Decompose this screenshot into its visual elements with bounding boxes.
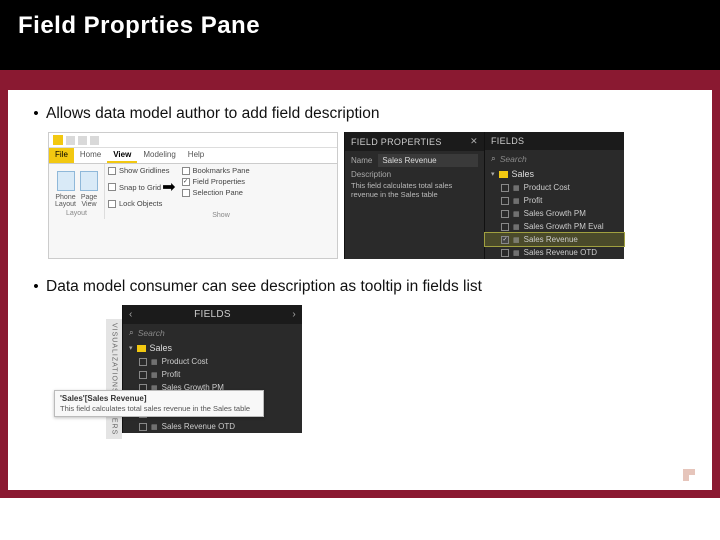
ribbon-group-layout: Phone Layout Page View Layout bbox=[49, 164, 105, 219]
fields-table-row[interactable]: ▾ Sales bbox=[485, 167, 624, 181]
name-input[interactable]: Sales Revenue bbox=[378, 154, 478, 167]
measure-icon: ▦ bbox=[513, 249, 520, 257]
description-row: Description This field calculates total … bbox=[345, 170, 484, 204]
description-label: Description bbox=[351, 170, 478, 179]
show-group-label: Show bbox=[105, 212, 337, 219]
app-icon bbox=[53, 135, 63, 145]
expand-icon: ▾ bbox=[129, 344, 133, 352]
collapsed-sidebars: VISUALIZATIONS FILTERS bbox=[106, 319, 122, 439]
field-item[interactable]: ▦Profit bbox=[123, 368, 302, 381]
tab-home[interactable]: Home bbox=[74, 148, 107, 163]
field-item[interactable]: ▦Sales Revenue OTD bbox=[485, 246, 624, 259]
field-properties-check[interactable]: Field Properties bbox=[182, 177, 250, 186]
dark-panels: FIELD PROPERTIES ✕ Name Sales Revenue De… bbox=[344, 132, 624, 259]
field-properties-header: FIELD PROPERTIES ✕ bbox=[345, 132, 484, 151]
field-item[interactable]: ▦Sales Revenue OTD bbox=[123, 420, 302, 433]
selection-pane-check[interactable]: Selection Pane bbox=[182, 188, 250, 197]
fields-search[interactable]: ⌕ Search bbox=[485, 150, 624, 167]
fields-header: FIELDS bbox=[485, 132, 624, 150]
fields-table-row-2[interactable]: ▾ Sales bbox=[123, 341, 302, 355]
field-tooltip: 'Sales'[Sales Revenue] This field calcul… bbox=[54, 390, 264, 417]
ribbon-body: Phone Layout Page View Layout bbox=[49, 164, 337, 219]
field-properties-pane: FIELD PROPERTIES ✕ Name Sales Revenue De… bbox=[344, 132, 484, 259]
fields-header-2: ‹ FIELDS › bbox=[123, 305, 302, 324]
layout-group-label: Layout bbox=[66, 210, 87, 217]
description-input[interactable]: This field calculates total sales revenu… bbox=[351, 181, 478, 200]
bullet-2: • Data model consumer can see descriptio… bbox=[26, 277, 694, 297]
ribbon-tabs: File Home View Modeling Help bbox=[49, 148, 337, 164]
phone-layout-icon bbox=[57, 171, 75, 191]
page-view-icon bbox=[80, 171, 98, 191]
tab-modeling[interactable]: Modeling bbox=[137, 148, 181, 163]
measure-icon: ▦ bbox=[513, 184, 520, 192]
table-icon bbox=[499, 171, 508, 178]
table-icon bbox=[137, 345, 146, 352]
measure-icon: ▦ bbox=[513, 197, 520, 205]
bookmarks-pane-check[interactable]: Bookmarks Pane bbox=[182, 166, 250, 175]
field-item-selected[interactable]: ▦Sales Revenue bbox=[485, 233, 624, 246]
tooltip-title: 'Sales'[Sales Revenue] bbox=[60, 394, 258, 403]
corner-logo-icon bbox=[680, 466, 698, 484]
show-gridlines-check[interactable]: Show Gridlines bbox=[108, 166, 176, 175]
callout-arrow-icon: ➡ bbox=[162, 177, 175, 197]
field-item[interactable]: ▦Sales Growth PM bbox=[485, 207, 624, 220]
tooltip-screenshot: VISUALIZATIONS FILTERS ‹ FIELDS › ⌕ Sear… bbox=[106, 305, 356, 433]
search-icon: ⌕ bbox=[129, 327, 134, 338]
visualizations-sidebar[interactable]: VISUALIZATIONS bbox=[111, 323, 118, 394]
tooltip-body: This field calculates total sales revenu… bbox=[60, 404, 258, 413]
search-icon: ⌕ bbox=[491, 153, 496, 164]
page-view-label: Page View bbox=[81, 194, 97, 208]
field-item[interactable]: ▦Sales Growth PM Eval bbox=[485, 220, 624, 233]
measure-icon: ▦ bbox=[513, 236, 520, 244]
slide-body-frame: • Allows data model author to add field … bbox=[0, 70, 720, 498]
bullet-1: • Allows data model author to add field … bbox=[26, 104, 694, 124]
phone-layout-label: Phone Layout bbox=[55, 194, 76, 208]
chevron-right-icon[interactable]: › bbox=[292, 309, 296, 320]
bullet-dot: • bbox=[26, 104, 46, 124]
snap-to-grid-check[interactable]: Snap to Grid➡ bbox=[108, 177, 176, 197]
slide-title: Field Proprties Pane bbox=[18, 12, 702, 40]
name-row: Name Sales Revenue bbox=[345, 151, 484, 170]
bullet-2-text: Data model consumer can see description … bbox=[46, 277, 482, 297]
screenshot-row-1: File Home View Modeling Help Phone Layou… bbox=[48, 132, 694, 259]
fields-pane: FIELDS ⌕ Search ▾ Sales ▦Product Cost ▦P bbox=[484, 132, 624, 259]
slide-title-bar: Field Proprties Pane bbox=[0, 0, 720, 70]
measure-icon: ▦ bbox=[513, 210, 520, 218]
name-label: Name bbox=[351, 156, 372, 165]
fields-search-2[interactable]: ⌕ Search bbox=[123, 324, 302, 341]
lock-objects-check[interactable]: Lock Objects bbox=[108, 199, 176, 208]
bullet-dot: • bbox=[26, 277, 46, 297]
field-item[interactable]: ▦Profit bbox=[485, 194, 624, 207]
field-item[interactable]: ▦Product Cost bbox=[485, 181, 624, 194]
expand-icon: ▾ bbox=[491, 170, 495, 178]
screenshot-row-2: VISUALIZATIONS FILTERS ‹ FIELDS › ⌕ Sear… bbox=[106, 305, 694, 433]
qat-redo-icon[interactable] bbox=[90, 136, 99, 145]
field-item[interactable]: ▦Product Cost bbox=[123, 355, 302, 368]
tab-file[interactable]: File bbox=[49, 148, 74, 163]
chevron-left-icon[interactable]: ‹ bbox=[129, 309, 133, 320]
quick-access-toolbar bbox=[49, 133, 337, 148]
measure-icon: ▦ bbox=[513, 223, 520, 231]
ribbon-group-show: Show Gridlines Snap to Grid➡ Lock Object… bbox=[105, 164, 337, 219]
slide-content: • Allows data model author to add field … bbox=[8, 90, 712, 490]
phone-layout-button[interactable]: Phone Layout bbox=[55, 171, 76, 208]
page-view-button[interactable]: Page View bbox=[80, 171, 98, 208]
tab-view[interactable]: View bbox=[107, 148, 137, 163]
powerbi-ribbon: File Home View Modeling Help Phone Layou… bbox=[48, 132, 338, 259]
close-icon[interactable]: ✕ bbox=[470, 136, 478, 147]
qat-undo-icon[interactable] bbox=[78, 136, 87, 145]
qat-save-icon[interactable] bbox=[66, 136, 75, 145]
tab-help[interactable]: Help bbox=[182, 148, 210, 163]
bullet-1-text: Allows data model author to add field de… bbox=[46, 104, 379, 124]
